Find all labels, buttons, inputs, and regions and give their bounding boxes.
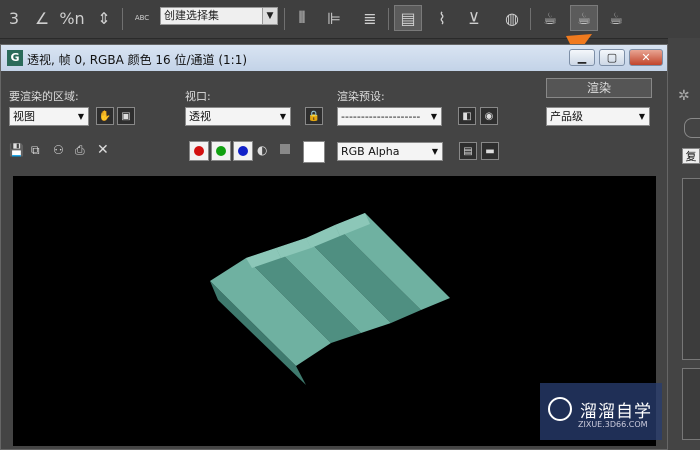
render-production-icon[interactable]: ☕ — [602, 5, 630, 31]
copy-button[interactable]: 复 — [682, 148, 700, 164]
alpha-channel-icon[interactable]: ◐ — [257, 143, 267, 157]
mirror-icon[interactable]: ⫴ — [288, 5, 316, 31]
edit-named-selection-icon[interactable]: ABC — [128, 5, 156, 31]
preset-value: -------------------- — [341, 110, 421, 123]
stair-model — [210, 213, 450, 385]
area-dropdown[interactable]: 视图 ▼ — [9, 107, 89, 126]
copy-image-icon[interactable]: ⧉ — [31, 143, 40, 158]
quality-dropdown[interactable]: 产品级 ▼ — [546, 107, 650, 126]
curve-editor-icon[interactable]: ⌇ — [428, 5, 456, 31]
channel-dropdown[interactable]: RGB Alpha ▼ — [337, 142, 443, 161]
maximize-button[interactable]: ▢ — [599, 49, 625, 66]
schematic-view-icon[interactable]: ⊻ — [460, 5, 488, 31]
toggle-ui-icon[interactable]: ▬ — [481, 142, 499, 160]
monochrome-icon[interactable] — [280, 144, 290, 154]
create-tab-icon[interactable] — [684, 118, 700, 138]
rollout-panel — [682, 178, 700, 360]
angle-snap-icon[interactable]: ∠ — [28, 5, 56, 31]
abc-label: ABC — [134, 14, 150, 22]
area-value: 视图 — [13, 110, 35, 123]
render-button[interactable]: 渲染 — [546, 78, 652, 98]
chevron-down-icon: ▼ — [638, 112, 646, 121]
selection-set-value: 创建选择集 — [164, 9, 219, 22]
viewport-dropdown[interactable]: 透视 ▼ — [185, 107, 291, 126]
command-panel: ✲ 复 — [668, 38, 700, 450]
percent-snap-icon[interactable]: %n — [58, 5, 86, 31]
green-channel-toggle[interactable] — [211, 141, 231, 161]
red-channel-toggle[interactable] — [189, 141, 209, 161]
chevron-down-icon: ▼ — [262, 8, 277, 24]
preset-dropdown[interactable]: -------------------- ▼ — [337, 107, 442, 126]
minimize-button[interactable]: ▁ — [569, 49, 595, 66]
color-swatch[interactable] — [303, 141, 325, 163]
percent-label: %n — [59, 8, 85, 28]
environment-icon[interactable]: ◉ — [480, 107, 498, 125]
print-icon[interactable]: ⎙ — [75, 143, 85, 158]
quality-value: 产品级 — [550, 110, 583, 123]
snap-3d-icon[interactable]: 3 — [0, 5, 28, 31]
scene-explorer-icon[interactable]: ▤ — [394, 5, 422, 31]
render-button-label: 渲染 — [586, 81, 611, 95]
chevron-down-icon: ▼ — [279, 112, 287, 121]
selection-set-dropdown[interactable]: 创建选择集 ▼ — [160, 7, 278, 25]
render-setup-small-icon[interactable]: ◧ — [458, 107, 476, 125]
edit-region-icon[interactable]: ✋ — [96, 107, 114, 125]
blue-dot-icon — [238, 146, 248, 156]
toggle-ui-overlay-icon[interactable]: ▤ — [459, 142, 477, 160]
window-title: 透视, 帧 0, RGBA 颜色 16 位/通道 (1:1) — [27, 53, 248, 67]
gear-icon[interactable]: ✲ — [678, 88, 690, 104]
app-logo-icon: G — [7, 50, 23, 66]
auto-region-icon[interactable]: ▣ — [117, 107, 135, 125]
watermark: 溜溜自学 ZIXUE.3D66.COM — [540, 383, 662, 440]
lock-icon[interactable]: 🔒 — [305, 107, 323, 125]
chevron-down-icon: ▼ — [430, 112, 438, 121]
spinner-snap-icon[interactable]: ⇕ — [90, 5, 118, 31]
watermark-sub: ZIXUE.3D66.COM — [578, 420, 648, 429]
toolbar-divider — [388, 8, 389, 30]
preset-label: 渲染预设: — [337, 90, 385, 103]
window-titlebar[interactable]: G 透视, 帧 0, RGBA 颜色 16 位/通道 (1:1) ▁ ▢ ✕ — [1, 45, 667, 71]
red-dot-icon — [194, 146, 204, 156]
toolbar-divider — [122, 8, 123, 30]
copy-label: 复 — [685, 150, 697, 163]
clear-icon[interactable]: ✕ — [97, 142, 109, 158]
channel-value: RGB Alpha — [341, 145, 400, 158]
align-icon[interactable]: ⊫ — [320, 5, 348, 31]
clone-window-icon[interactable]: ⚇ — [53, 143, 64, 157]
watermark-main: 溜溜自学 — [580, 402, 652, 422]
chevron-down-icon: ▼ — [77, 112, 85, 121]
layer-manager-icon[interactable]: ≣ — [356, 5, 384, 31]
save-image-icon[interactable]: 💾 — [9, 143, 24, 157]
green-dot-icon — [216, 146, 226, 156]
toolbar-divider — [284, 8, 285, 30]
viewport-label: 视口: — [185, 90, 211, 103]
watermark-logo-icon — [548, 397, 572, 421]
snap-label: 3 — [8, 8, 20, 28]
rollout-panel-lower — [682, 368, 700, 440]
app-logo-letter: G — [10, 51, 20, 64]
chevron-down-icon: ▼ — [431, 147, 439, 156]
close-button[interactable]: ✕ — [629, 49, 663, 66]
blue-channel-toggle[interactable] — [233, 141, 253, 161]
viewport-value: 透视 — [189, 110, 211, 123]
area-label: 要渲染的区域: — [9, 90, 79, 103]
